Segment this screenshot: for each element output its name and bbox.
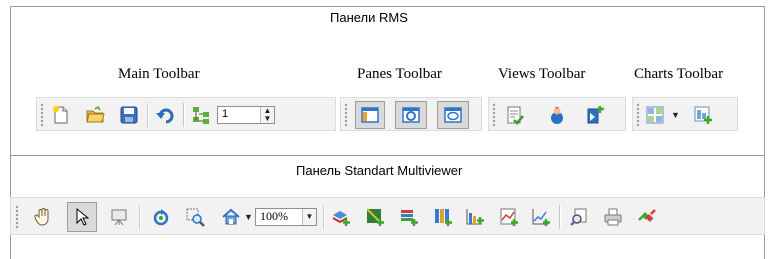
- layers-add-icon: [331, 207, 351, 227]
- undo-button[interactable]: [153, 103, 177, 127]
- toolbar-grip[interactable]: [40, 103, 44, 127]
- toolbar-separator: [147, 103, 149, 127]
- chart-add-icon: [693, 105, 713, 125]
- crossplot-add-icon: [531, 207, 551, 227]
- cursor-arrow-icon: [72, 207, 92, 227]
- add-layers-button[interactable]: [329, 205, 353, 229]
- undo-icon: [155, 105, 175, 125]
- add-map-button[interactable]: [363, 205, 387, 229]
- line-chart-add-icon: [499, 207, 519, 227]
- chart-grid-button[interactable]: [643, 103, 667, 127]
- add-well-panel-button[interactable]: [431, 205, 455, 229]
- print-preview-icon: [569, 207, 589, 227]
- spinner-arrows-icon[interactable]: ▲ ▼: [260, 107, 274, 123]
- charts-toolbar: ▼: [632, 97, 738, 131]
- home-icon: [221, 207, 241, 227]
- add-crossplot-button[interactable]: [529, 205, 553, 229]
- toolbar-separator: [139, 205, 141, 229]
- toolbar-separator: [323, 205, 325, 229]
- document-add-icon: [585, 105, 605, 125]
- bar-chart-add-icon: [465, 207, 485, 227]
- select-pointer-button[interactable]: [67, 202, 97, 232]
- comment-pane-toggle[interactable]: [437, 101, 469, 129]
- print-preview-button[interactable]: [567, 205, 591, 229]
- zoom-area-icon: [185, 207, 205, 227]
- save-button[interactable]: [117, 103, 141, 127]
- add-view-button[interactable]: [583, 103, 607, 127]
- print-button[interactable]: [601, 205, 625, 229]
- toolbar-grip[interactable]: [492, 103, 496, 127]
- person-icon: [547, 105, 567, 125]
- new-document-button[interactable]: [49, 103, 73, 127]
- well-panel-add-icon: [433, 207, 453, 227]
- zoom-level-value: 100%: [260, 209, 288, 223]
- left-pane-icon: [360, 105, 380, 125]
- toolbar-separator: [183, 103, 185, 127]
- presentation-board-icon: [109, 207, 129, 227]
- pan-hand-button[interactable]: [31, 205, 55, 229]
- printer-icon: [603, 207, 623, 227]
- left-pane-toggle[interactable]: [355, 101, 385, 129]
- hierarchy-icon: [191, 105, 211, 125]
- gear-pane-icon: [401, 105, 421, 125]
- views-toolbar-label: Views Toolbar: [498, 66, 586, 82]
- plug-connect-icon: [637, 207, 657, 227]
- add-bar-chart-button[interactable]: [463, 205, 487, 229]
- hand-icon: [33, 207, 53, 227]
- home-view-dropdown-icon[interactable]: ▼: [244, 212, 253, 222]
- add-line-chart-button[interactable]: [497, 205, 521, 229]
- home-view-button[interactable]: [219, 205, 243, 229]
- refresh-icon: [151, 207, 171, 227]
- settings-pane-toggle[interactable]: [395, 101, 427, 129]
- multiviewer-toolbar: ▼ 100% ▼: [10, 197, 765, 235]
- level-spinner[interactable]: 1 ▲ ▼: [217, 106, 275, 124]
- user-view-button[interactable]: [545, 103, 569, 127]
- floppy-disk-icon: [119, 105, 139, 125]
- comment-pane-icon: [443, 105, 463, 125]
- track-add-icon: [399, 207, 419, 227]
- toolbar-grip[interactable]: [344, 103, 348, 127]
- chart-grid-icon: [645, 105, 665, 125]
- checklist-view-button[interactable]: [503, 103, 527, 127]
- chart-grid-dropdown-icon[interactable]: ▼: [671, 110, 680, 120]
- views-toolbar: [488, 97, 626, 131]
- connect-plugin-button[interactable]: [635, 205, 659, 229]
- zoom-area-button[interactable]: [183, 205, 207, 229]
- map-add-icon: [365, 207, 385, 227]
- folder-open-icon: [85, 105, 105, 125]
- panes-toolbar-label: Panes Toolbar: [357, 66, 442, 82]
- panes-toolbar: [340, 97, 482, 131]
- toolbar-grip[interactable]: [636, 103, 640, 127]
- add-chart-button[interactable]: [691, 103, 715, 127]
- toolbar-separator: [559, 205, 561, 229]
- open-folder-button[interactable]: [83, 103, 107, 127]
- checklist-icon: [505, 105, 525, 125]
- multiviewer-panel-title: Панель Standart Multiviewer: [296, 163, 463, 178]
- rms-panel-title: Панели RMS: [330, 10, 408, 25]
- charts-toolbar-label: Charts Toolbar: [634, 66, 724, 82]
- toolbar-grip[interactable]: [15, 205, 19, 229]
- main-toolbar-label: Main Toolbar: [118, 66, 200, 82]
- add-track-button[interactable]: [397, 205, 421, 229]
- tree-structure-button[interactable]: [189, 103, 213, 127]
- zoom-level-select[interactable]: 100% ▼: [255, 208, 317, 226]
- new-document-icon: [51, 105, 71, 125]
- refresh-button[interactable]: [149, 205, 173, 229]
- presentation-button[interactable]: [107, 205, 131, 229]
- zoom-dropdown-icon[interactable]: ▼: [302, 209, 316, 225]
- main-toolbar: 1 ▲ ▼: [36, 97, 336, 131]
- level-spinner-value: 1: [222, 108, 229, 120]
